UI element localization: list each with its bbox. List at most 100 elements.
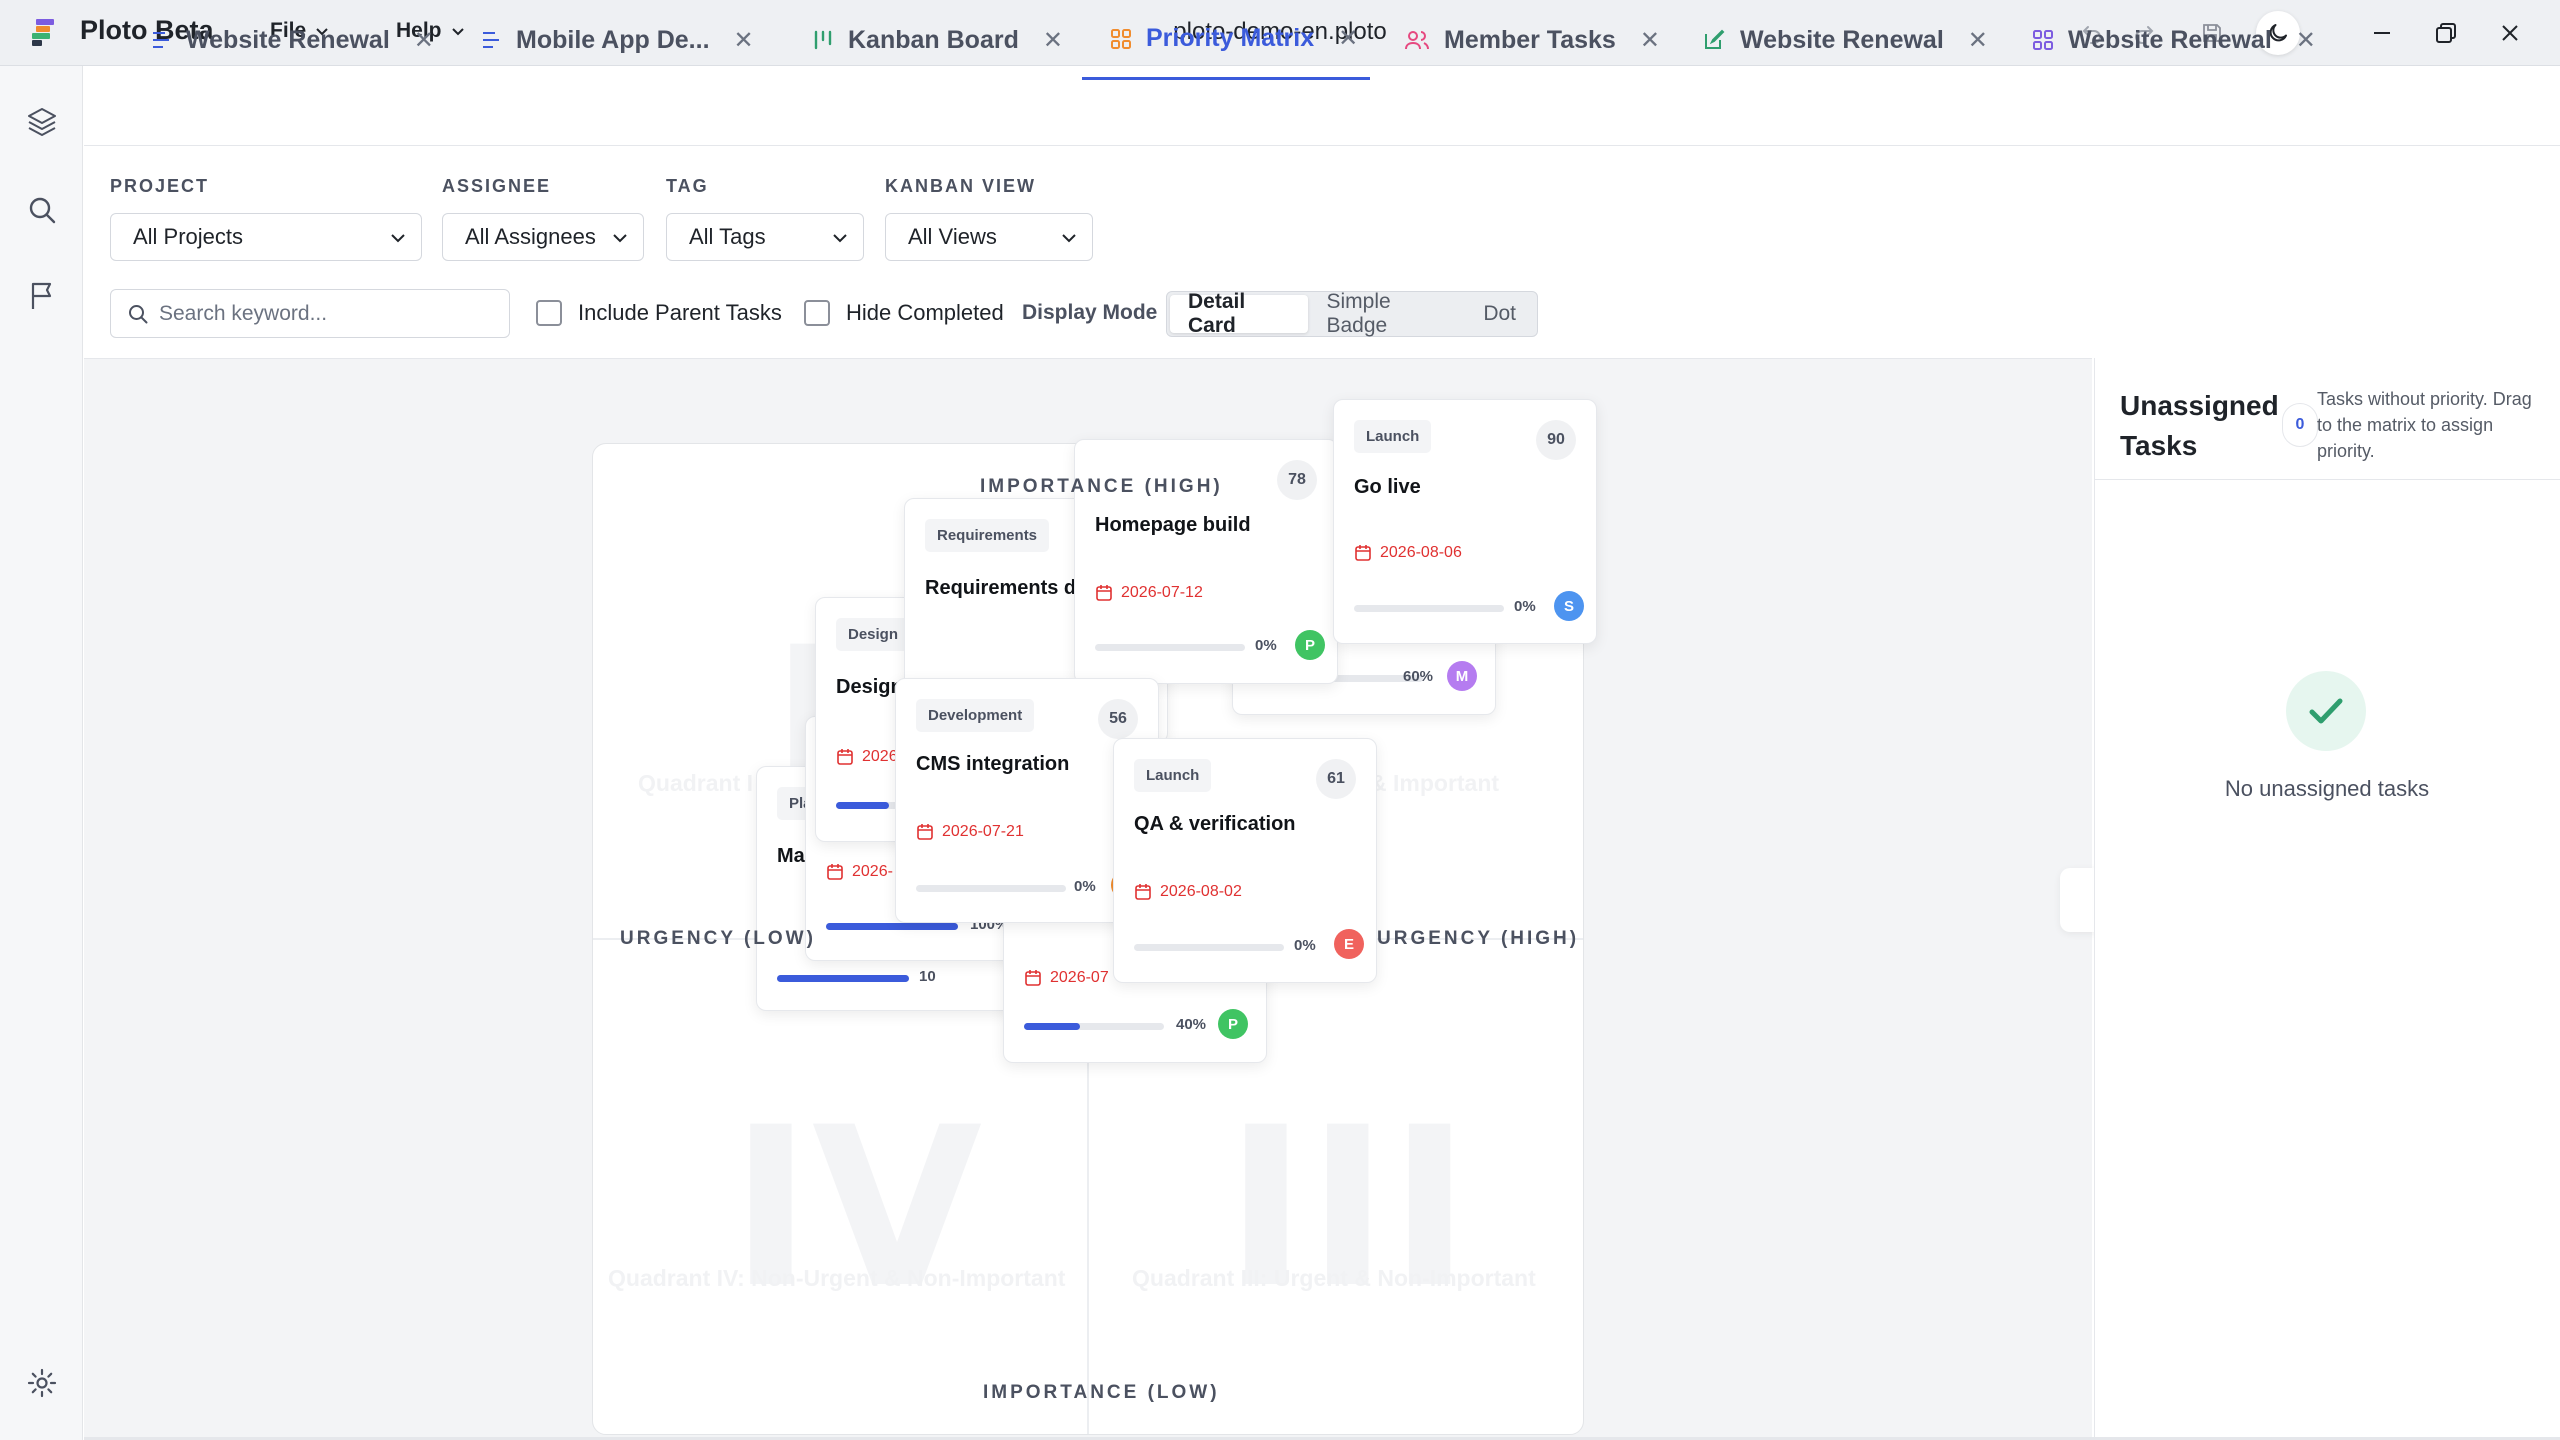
calendar-icon bbox=[1135, 884, 1151, 900]
card-progress-text: 0% bbox=[1255, 637, 1277, 654]
hide-completed-checkbox[interactable]: Hide Completed bbox=[804, 300, 1004, 326]
grid-icon bbox=[2033, 30, 2053, 50]
left-navigation bbox=[0, 66, 83, 1440]
card-tag: Launch bbox=[1134, 759, 1212, 792]
tab-member-tasks[interactable]: Member Tasks ✕ bbox=[1404, 0, 1660, 80]
success-check-icon bbox=[2286, 671, 2366, 751]
display-mode-dot[interactable]: Dot bbox=[1465, 295, 1534, 333]
tab-close-button[interactable]: ✕ bbox=[734, 26, 754, 55]
nav-search-button[interactable] bbox=[20, 188, 64, 232]
kanban-view-select[interactable]: All Views bbox=[885, 213, 1093, 261]
card-score: 78 bbox=[1277, 460, 1317, 500]
assignee-select[interactable]: All Assignees bbox=[442, 213, 644, 261]
search-icon bbox=[29, 197, 56, 224]
tab-mobile-app[interactable]: Mobile App De... ✕ bbox=[480, 0, 754, 80]
tab-website-renewal-3[interactable]: Website Renewal ✕ bbox=[2032, 0, 2316, 80]
card-title: Go live bbox=[1354, 476, 1421, 498]
app-logo-icon bbox=[30, 17, 62, 49]
tab-kanban-board[interactable]: Kanban Board ✕ bbox=[812, 0, 1063, 80]
minimize-icon bbox=[2374, 32, 2390, 34]
tab-close-button[interactable]: ✕ bbox=[2296, 26, 2316, 55]
tab-label: Mobile App De... bbox=[516, 25, 710, 54]
card-progress-text: 0% bbox=[1514, 598, 1536, 615]
flag-icon bbox=[31, 282, 52, 309]
tab-website-renewal-1[interactable]: Website Renewal ✕ bbox=[150, 0, 434, 80]
nav-projects-button[interactable] bbox=[20, 100, 64, 144]
tab-close-button[interactable]: ✕ bbox=[1338, 24, 1358, 53]
maximize-button[interactable] bbox=[2424, 11, 2468, 55]
nav-settings-button[interactable] bbox=[20, 1361, 64, 1405]
project-filter-label: PROJECT bbox=[110, 176, 210, 196]
card-title: Homepage build bbox=[1095, 514, 1251, 536]
calendar-icon bbox=[827, 864, 843, 880]
close-window-button[interactable] bbox=[2488, 11, 2532, 55]
tab-priority-matrix[interactable]: Priority Matrix ✕ bbox=[1082, 0, 1370, 80]
include-parent-tasks-checkbox[interactable]: Include Parent Tasks bbox=[536, 300, 782, 326]
unassigned-count-badge: 0 bbox=[2282, 403, 2318, 447]
card-progress-fill bbox=[826, 923, 958, 930]
quadrant-4-numeral: IV bbox=[730, 1080, 983, 1336]
chevron-down-icon bbox=[1062, 234, 1076, 243]
chevron-down-icon bbox=[391, 234, 405, 243]
panel-divider bbox=[2094, 479, 2560, 480]
unassigned-tasks-panel bbox=[2094, 358, 2560, 1440]
card-assignee-avatar: M bbox=[1447, 661, 1477, 691]
assignee-filter-label: ASSIGNEE bbox=[442, 176, 552, 196]
search-box[interactable] bbox=[110, 289, 510, 338]
card-assignee-avatar: P bbox=[1218, 1009, 1248, 1039]
calendar-icon bbox=[917, 824, 933, 840]
search-input[interactable] bbox=[159, 301, 499, 326]
tab-close-button[interactable]: ✕ bbox=[1968, 26, 1988, 55]
grid-icon bbox=[1111, 28, 1131, 49]
card-date: 2026-07-12 bbox=[1095, 584, 1203, 602]
task-card[interactable]: Launch 90 Go live 2026-08-06 0% S bbox=[1333, 399, 1597, 644]
tab-close-button[interactable]: ✕ bbox=[1640, 26, 1660, 55]
nav-flag-button[interactable] bbox=[20, 274, 64, 318]
card-date: 2026-07-21 bbox=[916, 823, 1024, 841]
minimize-button[interactable] bbox=[2360, 11, 2404, 55]
search-icon bbox=[129, 304, 148, 323]
card-score: 56 bbox=[1098, 699, 1138, 739]
gear-icon bbox=[27, 1368, 57, 1398]
quadrant-3-title: Quadrant III: Urgent & Non-Important bbox=[1132, 1265, 1536, 1291]
card-date-text: 2026-07 bbox=[1050, 969, 1109, 986]
card-tag: Design bbox=[836, 618, 911, 651]
card-score: 61 bbox=[1316, 759, 1356, 799]
tab-website-renewal-2[interactable]: Website Renewal ✕ bbox=[1702, 0, 1988, 80]
kanban-view-select-value: All Views bbox=[908, 224, 997, 249]
tab-close-button[interactable]: ✕ bbox=[414, 26, 434, 55]
display-mode-simple-badge[interactable]: Simple Badge bbox=[1308, 290, 1465, 337]
card-progress-text: 0% bbox=[1294, 937, 1316, 954]
users-icon bbox=[1405, 31, 1429, 50]
card-date: 2026-08-02 bbox=[1134, 883, 1242, 901]
restore-icon bbox=[2436, 23, 2456, 43]
unassigned-tasks-title: Unassigned Tasks bbox=[2120, 390, 2279, 461]
tag-select[interactable]: All Tags bbox=[666, 213, 864, 261]
card-progress-fill bbox=[836, 802, 889, 809]
card-progress-fill bbox=[1024, 1023, 1080, 1030]
card-assignee-avatar: E bbox=[1334, 929, 1364, 959]
assignee-select-value: All Assignees bbox=[465, 224, 596, 249]
card-date-text: 2026- bbox=[852, 863, 893, 880]
display-mode-detail-card[interactable]: Detail Card bbox=[1170, 290, 1309, 337]
list-icon bbox=[483, 32, 499, 48]
task-card[interactable]: Launch 61 QA & verification 2026-08-02 0… bbox=[1113, 738, 1377, 983]
no-unassigned-tasks-text: No unassigned tasks bbox=[2224, 776, 2430, 801]
display-mode-label: Display Mode bbox=[1022, 301, 1158, 324]
card-score: 90 bbox=[1536, 420, 1576, 460]
tab-close-button[interactable]: ✕ bbox=[1043, 26, 1063, 55]
checkbox-box[interactable] bbox=[804, 300, 830, 326]
display-mode-segmented-control: Detail Card Simple Badge Dot bbox=[1166, 290, 1538, 337]
edit-icon bbox=[1705, 29, 1725, 49]
layers-icon bbox=[28, 108, 56, 136]
tab-label: Website Renewal bbox=[1740, 25, 1944, 54]
card-title: QA & verification bbox=[1134, 813, 1296, 835]
card-date-text: 2026-08-02 bbox=[1160, 883, 1242, 900]
project-select[interactable]: All Projects bbox=[110, 213, 422, 261]
card-progress-fill bbox=[777, 975, 909, 982]
card-progress-track bbox=[1024, 1023, 1164, 1030]
card-progress-text: 0% bbox=[1074, 878, 1096, 895]
card-tag: Requirements bbox=[925, 519, 1050, 552]
card-date-text: 2026-07-21 bbox=[942, 823, 1024, 840]
checkbox-box[interactable] bbox=[536, 300, 562, 326]
